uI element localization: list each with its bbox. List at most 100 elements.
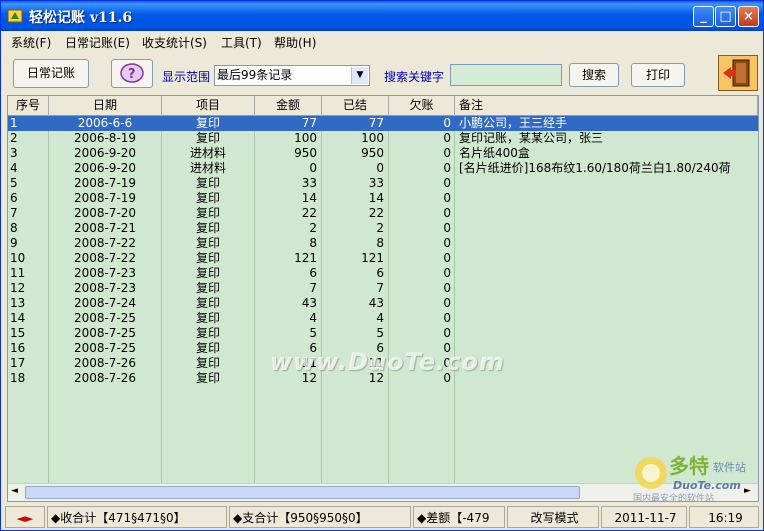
- cell-index: 2: [10, 131, 18, 145]
- table-row[interactable]: 3 2006-9-20 进材料 950 950 0 名片纸400盒: [8, 146, 758, 161]
- app-window: 轻松记账 v11.6 _ □ × 系统(F) 日常记账(E) 收支统计(S) 工…: [0, 0, 764, 531]
- cell-index: 18: [10, 371, 26, 385]
- header-owed[interactable]: 欠账: [389, 96, 455, 115]
- cell-owed: 0: [443, 251, 451, 265]
- table-row[interactable]: 1 2006-6-6 复印 77 77 0 小鹏公司，王三经手: [8, 116, 758, 131]
- app-icon: [7, 9, 23, 23]
- print-button[interactable]: 打印: [631, 63, 685, 87]
- header-date[interactable]: 日期: [49, 96, 162, 115]
- title-bar: 轻松记账 v11.6 _ □ ×: [1, 1, 763, 31]
- table-row[interactable]: 14 2008-7-25 复印 4 4 0: [8, 311, 758, 326]
- cell-settled: 2: [376, 221, 384, 235]
- table-row[interactable]: 2 2006-8-19 复印 100 100 0 复印记账，某某公司，张三: [8, 131, 758, 146]
- chevron-down-icon[interactable]: ▼: [351, 67, 368, 84]
- table-row[interactable]: 15 2008-7-25 复印 5 5 0: [8, 326, 758, 341]
- table-row[interactable]: 4 2006-9-20 进材料 0 0 0 [名片纸进价]168布纹1.60/180荷兰白1…: [8, 161, 758, 176]
- range-select[interactable]: 最后99条记录 ▼: [214, 65, 370, 86]
- cell-index: 7: [10, 206, 18, 220]
- watermark: www.DuoTe.com: [270, 348, 505, 376]
- minimize-button[interactable]: _: [693, 6, 714, 27]
- cell-index: 17: [10, 356, 26, 370]
- menu-help[interactable]: 帮助(H): [274, 34, 316, 51]
- cell-amount: 7: [309, 281, 317, 295]
- header-amount[interactable]: 金额: [255, 96, 322, 115]
- header-index[interactable]: 序号: [8, 96, 49, 115]
- exit-button[interactable]: [718, 55, 758, 91]
- expense-total: ◆支合计【950§950§0】: [229, 506, 411, 528]
- cell-owed: 0: [443, 326, 451, 340]
- cell-amount: 2: [309, 221, 317, 235]
- cell-item: 复印: [195, 296, 220, 310]
- cell-index: 6: [10, 191, 18, 205]
- cell-amount: 950: [294, 146, 317, 160]
- cell-notes: [459, 266, 758, 281]
- cell-notes: 小鹏公司，王三经手: [459, 116, 568, 130]
- cell-item: 复印: [195, 341, 220, 355]
- cell-item: 复印: [195, 326, 220, 340]
- cell-amount: 8: [309, 236, 317, 250]
- table-row[interactable]: 8 2008-7-21 复印 2 2 0: [8, 221, 758, 236]
- cell-settled: 950: [361, 146, 384, 160]
- status-bar: ◄► ◆收合计【471§471§0】 ◆支合计【950§950§0】 ◆差额【-…: [1, 504, 763, 530]
- status-time: 16:19: [689, 506, 759, 528]
- cell-item: 复印: [195, 176, 220, 190]
- cell-item: 复印: [195, 281, 220, 295]
- header-item[interactable]: 项目: [162, 96, 255, 115]
- scroll-left-icon[interactable]: ◄: [11, 486, 18, 496]
- cell-index: 11: [10, 266, 26, 280]
- cell-item: 进材料: [189, 161, 226, 175]
- status-date: 2011-11-7: [601, 506, 687, 528]
- table-row[interactable]: 12 2008-7-23 复印 7 7 0: [8, 281, 758, 296]
- menu-tools[interactable]: 工具(T): [221, 34, 262, 51]
- table-row[interactable]: 5 2008-7-19 复印 33 33 0: [8, 176, 758, 191]
- cell-settled: 5: [376, 326, 384, 340]
- nav-arrows-icon[interactable]: ◄►: [5, 506, 45, 528]
- table-row[interactable]: 6 2008-7-19 复印 14 14 0: [8, 191, 758, 206]
- cell-settled: 33: [368, 176, 384, 190]
- cell-settled: 22: [368, 206, 384, 220]
- cell-owed: 0: [443, 191, 451, 205]
- table-row[interactable]: 11 2008-7-23 复印 6 6 0: [8, 266, 758, 281]
- table-row[interactable]: 10 2008-7-22 复印 121 121 0: [8, 251, 758, 266]
- daily-entry-button[interactable]: 日常记账: [13, 59, 89, 88]
- cell-owed: 0: [443, 311, 451, 325]
- cell-date: 2008-7-24: [73, 296, 137, 310]
- cell-owed: 0: [443, 266, 451, 280]
- cell-index: 13: [10, 296, 26, 310]
- svg-text:软件站: 软件站: [713, 460, 746, 474]
- cell-owed: 0: [443, 131, 451, 145]
- cell-amount: 121: [294, 251, 317, 265]
- cell-settled: 14: [368, 191, 384, 205]
- close-button[interactable]: ×: [738, 6, 759, 27]
- help-button[interactable]: ?: [111, 59, 153, 88]
- search-button[interactable]: 搜索: [569, 63, 619, 87]
- scrollbar-thumb[interactable]: [25, 486, 580, 499]
- cell-notes: 名片纸400盒: [459, 146, 530, 160]
- header-notes[interactable]: 备注: [455, 96, 758, 115]
- table-row[interactable]: 13 2008-7-24 复印 43 43 0: [8, 296, 758, 311]
- menu-daily[interactable]: 日常记账(E): [65, 34, 130, 51]
- cell-notes: [459, 251, 758, 266]
- site-logo: 多特 软件站 DuoTe.com 国内最安全的软件站: [629, 451, 761, 504]
- cell-index: 5: [10, 176, 18, 190]
- exit-door-icon: [723, 59, 750, 87]
- cell-date: 2008-7-25: [73, 311, 137, 325]
- header-settled[interactable]: 已结: [322, 96, 389, 115]
- cell-notes: 复印记账，某某公司，张三: [459, 131, 604, 145]
- edit-mode: 改写模式: [507, 506, 599, 528]
- menu-stats[interactable]: 收支统计(S): [142, 34, 207, 51]
- cell-settled: 43: [368, 296, 384, 310]
- cell-index: 3: [10, 146, 18, 160]
- cell-date: 2008-7-26: [73, 356, 137, 370]
- menu-system[interactable]: 系统(F): [11, 34, 51, 51]
- cell-index: 4: [10, 161, 18, 175]
- cell-date: 2006-9-20: [73, 161, 137, 175]
- cell-item: 复印: [195, 251, 220, 265]
- table-row[interactable]: 7 2008-7-20 复印 22 22 0: [8, 206, 758, 221]
- range-select-value: 最后99条记录: [217, 68, 293, 82]
- table-row[interactable]: 9 2008-7-22 复印 8 8 0: [8, 236, 758, 251]
- maximize-button[interactable]: □: [715, 6, 736, 27]
- cell-index: 16: [10, 341, 26, 355]
- cell-item: 复印: [195, 236, 220, 250]
- search-input[interactable]: [450, 64, 562, 86]
